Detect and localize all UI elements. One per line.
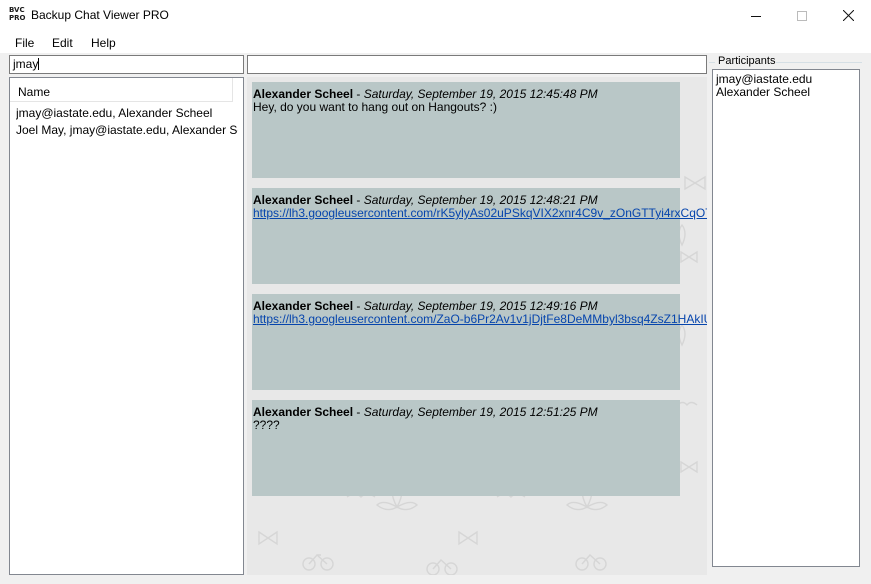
close-button[interactable] [825,0,871,31]
message-header: Alexander Scheel - Saturday, September 1… [253,405,598,419]
minimize-button[interactable] [733,0,779,31]
maximize-button[interactable] [779,0,825,31]
message-bubble: Alexander Scheel - Saturday, September 1… [252,188,707,284]
minimize-icon [751,15,761,17]
message-sender: Alexander Scheel [253,405,354,419]
group-border [709,62,715,63]
text-caret [38,58,40,70]
menu-file[interactable]: File [15,36,34,50]
conversation-list[interactable]: Name jmay@iastate.edu, Alexander Scheel … [9,77,244,575]
message-timestamp: Saturday, September 19, 2015 12:51:25 PM [363,405,598,419]
message-body: https://lh3.googleusercontent.com/ZaO-b6… [253,312,707,326]
participant-item[interactable]: jmay@iastate.edu [716,72,812,86]
message-body: https://lh3.googleusercontent.com/rK5yly… [253,206,707,220]
message-bubble: Alexander Scheel - Saturday, September 1… [252,294,707,390]
maximize-icon [797,10,807,21]
message-timestamp: Saturday, September 19, 2015 12:49:16 PM [363,299,598,313]
message-timestamp: Saturday, September 19, 2015 12:45:48 PM [363,87,598,101]
message-header: Alexander Scheel - Saturday, September 1… [253,193,598,207]
participant-item[interactable]: Alexander Scheel [716,85,810,99]
message-separator: - [353,405,364,419]
message-separator: - [353,87,364,101]
message-header: Alexander Scheel - Saturday, September 1… [253,87,598,101]
message-bubble: Alexander Scheel - Saturday, September 1… [252,82,680,178]
column-separator[interactable] [232,78,233,102]
menu-bar: File Edit Help [0,31,871,53]
message-separator: - [353,299,364,313]
message-timestamp: Saturday, September 19, 2015 12:48:21 PM [363,193,598,207]
column-header-label: Name [18,85,51,99]
participants-list[interactable]: jmay@iastate.edu Alexander Scheel [712,69,860,567]
column-header-name[interactable]: Name [10,78,232,102]
message-sender: Alexander Scheel [253,87,354,101]
message-text: Hey, do you want to hang out on Hangouts… [253,100,497,114]
message-separator: - [353,193,364,207]
message-link[interactable]: https://lh3.googleusercontent.com/ZaO-b6… [253,312,707,326]
message-header: Alexander Scheel - Saturday, September 1… [253,299,598,313]
message-bubble: Alexander Scheel - Saturday, September 1… [252,400,680,496]
close-icon [842,10,854,21]
message-sender: Alexander Scheel [253,193,354,207]
window-title: Backup Chat Viewer PRO [31,8,169,22]
message-filter-input[interactable] [247,55,707,74]
conversation-item[interactable]: jmay@iastate.edu, Alexander Scheel [16,106,238,120]
search-input[interactable]: jmay [9,55,244,74]
app-logo-line1: BVC [9,6,25,14]
search-input-value: jmay [13,57,39,71]
group-border [776,62,862,63]
doodle-bicycle-icon [302,554,607,575]
menu-edit[interactable]: Edit [52,36,73,50]
message-link[interactable]: https://lh3.googleusercontent.com/rK5yly… [253,206,707,220]
chat-view[interactable]: Alexander Scheel - Saturday, September 1… [247,77,707,575]
message-text: ???? [253,418,280,432]
message-sender: Alexander Scheel [253,299,354,313]
participants-label: Participants [718,55,776,67]
title-bar: BVC PRO Backup Chat Viewer PRO [0,0,871,31]
app-logo: BVC PRO [9,6,25,24]
menu-help[interactable]: Help [91,36,116,50]
app-logo-line2: PRO [9,14,26,22]
conversation-item[interactable]: Joel May, jmay@iastate.edu, Alexander Sc… [16,123,238,137]
